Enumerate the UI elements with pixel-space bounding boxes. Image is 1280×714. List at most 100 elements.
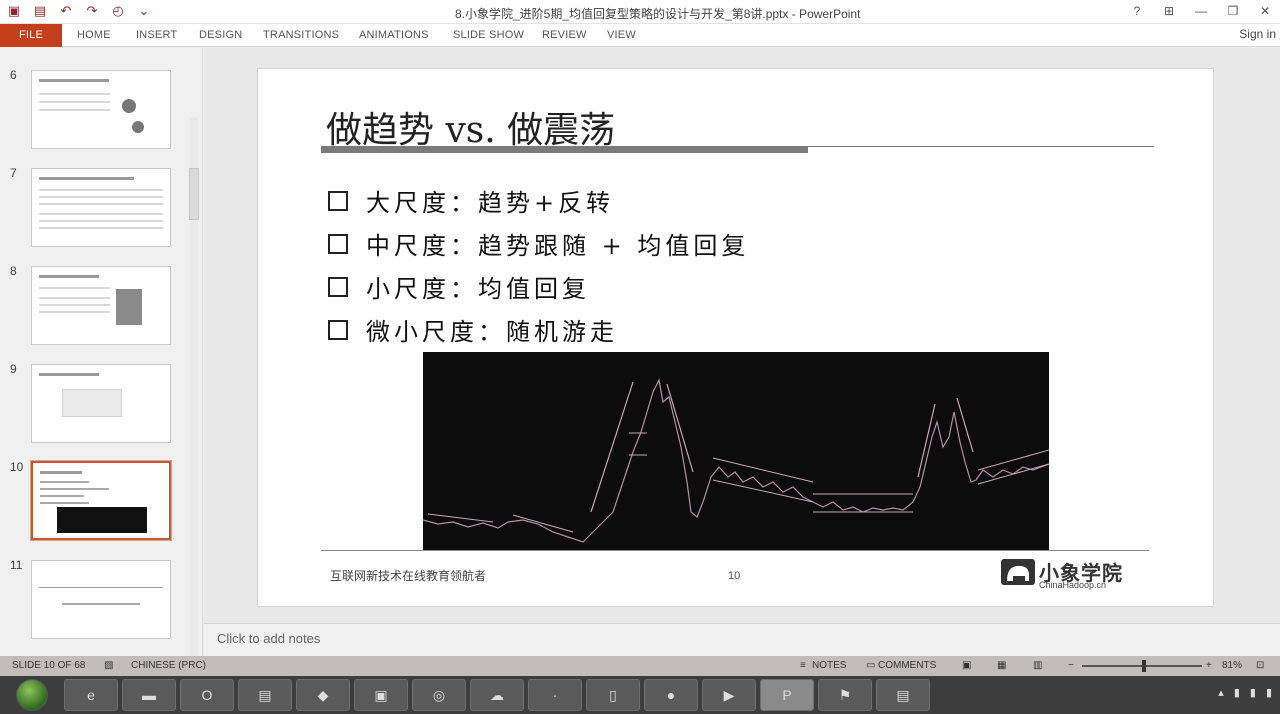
- slide-footer-text: 互联网新技术在线教育领航者: [330, 569, 487, 583]
- slide-thumbnail-10[interactable]: [30, 460, 172, 541]
- quick-access-toolbar: ▣ ▤ ↶ ↷ ◴ ⌄: [6, 3, 152, 19]
- ie-icon[interactable]: e: [64, 679, 118, 711]
- title-accent-bar: [321, 146, 808, 153]
- zoom-level[interactable]: 81%: [1222, 660, 1242, 671]
- fit-slide-icon[interactable]: ⊡: [1256, 660, 1264, 671]
- outlook-icon[interactable]: O: [180, 679, 234, 711]
- windows-taskbar: e ▬ O ▤ ◆ ▣ ◎ ☁ · ▯ ● ▶ P ⚑ ▤ ▴ ▮ ▮ ▮: [0, 676, 1280, 714]
- media-icon[interactable]: ▣: [354, 679, 408, 711]
- bullet-item[interactable]: 微小尺度：随机游走: [328, 312, 618, 347]
- powerpoint-taskbar-icon[interactable]: P: [760, 679, 814, 711]
- thumbnail-number: 6: [10, 68, 17, 82]
- tab-view[interactable]: VIEW: [607, 24, 636, 47]
- spell-check-icon[interactable]: ▧: [104, 660, 113, 671]
- app-icon[interactable]: ◆: [296, 679, 350, 711]
- explorer-icon[interactable]: ▤: [238, 679, 292, 711]
- bullet-text: 大尺度：趋势+反转: [366, 189, 615, 217]
- checkbox-bullet-icon: [328, 319, 348, 340]
- tab-transitions[interactable]: TRANSITIONS: [263, 24, 339, 47]
- status-bar: SLIDE 10 OF 68 ▧ CHINESE (PRC) ≡ NOTES ▭…: [0, 656, 1280, 676]
- reading-view-icon[interactable]: ▥: [1033, 660, 1042, 671]
- checkbox-bullet-icon: [328, 190, 348, 211]
- tab-review[interactable]: REVIEW: [542, 24, 587, 47]
- tab-file[interactable]: FILE: [0, 24, 62, 47]
- slide-sorter-icon[interactable]: ▦: [997, 660, 1006, 671]
- start-button[interactable]: [16, 679, 48, 711]
- thumbnail-scrollbar[interactable]: [187, 108, 201, 698]
- slide-thumbnail-pane: 6 7 8 9 10 11: [0, 48, 203, 693]
- slide-thumbnail-9[interactable]: [31, 364, 171, 443]
- redo-icon[interactable]: ↷: [84, 3, 100, 19]
- ribbon-tabs: FILE HOME INSERT DESIGN TRANSITIONS ANIM…: [0, 24, 1280, 47]
- notes-button[interactable]: NOTES: [812, 660, 846, 671]
- notes-pane[interactable]: Click to add notes: [204, 623, 1280, 656]
- slide-page-number: 10: [728, 570, 741, 582]
- app4-icon[interactable]: ▤: [876, 679, 930, 711]
- zoom-slider-knob[interactable]: [1142, 660, 1146, 672]
- start-from-beginning-icon[interactable]: ◴: [110, 3, 126, 19]
- tray-battery-icon[interactable]: ▮: [1250, 686, 1256, 699]
- live-icon[interactable]: ▶: [702, 679, 756, 711]
- tab-design[interactable]: DESIGN: [199, 24, 242, 47]
- bullet-text: 中尺度：趋势跟随 + 均值回复: [366, 232, 750, 260]
- slide-counter: SLIDE 10 OF 68: [12, 660, 86, 671]
- tray-signal-icon[interactable]: ▮: [1266, 686, 1272, 699]
- scrollbar-thumb[interactable]: [189, 168, 199, 220]
- tab-insert[interactable]: INSERT: [136, 24, 177, 47]
- bullet-item[interactable]: 大尺度：趋势+反转: [328, 183, 614, 218]
- slide-thumbnail-8[interactable]: [31, 266, 171, 345]
- close-icon[interactable]: ✕: [1256, 2, 1274, 20]
- elephant-logo-icon: [1001, 559, 1035, 585]
- tab-home[interactable]: HOME: [77, 24, 111, 47]
- sign-in-link[interactable]: Sign in: [1239, 27, 1276, 41]
- wechat-icon[interactable]: ●: [644, 679, 698, 711]
- customize-icon[interactable]: ⌄: [136, 3, 152, 19]
- comments-button[interactable]: COMMENTS: [878, 660, 936, 671]
- xiaoxiang-logo: 小象学院 ChinaHadoop.cn: [1001, 557, 1141, 591]
- price-chart-image[interactable]: [422, 352, 1050, 550]
- bullet-text: 小尺度：均值回复: [366, 275, 590, 303]
- cmd-icon[interactable]: ▬: [122, 679, 176, 711]
- system-tray: ▴ ▮ ▮ ▮: [1218, 686, 1272, 699]
- slide-thumbnail-11[interactable]: [31, 560, 171, 639]
- logo-site: ChinaHadoop.cn: [1039, 580, 1107, 590]
- notes-icon[interactable]: ≡: [800, 660, 806, 671]
- powerpoint-icon: ▣: [7, 3, 21, 18]
- cloud-icon[interactable]: ☁: [470, 679, 524, 711]
- app2-icon[interactable]: ·: [528, 679, 582, 711]
- price-chart-svg: [422, 378, 1050, 543]
- zoom-out-icon[interactable]: −: [1068, 660, 1074, 671]
- comments-icon[interactable]: ▭: [866, 660, 875, 671]
- language-indicator[interactable]: CHINESE (PRC): [131, 660, 206, 671]
- tab-animations[interactable]: ANIMATIONS: [359, 24, 429, 47]
- slide-thumbnail-7[interactable]: [31, 168, 171, 247]
- window-title: 8.小象学院_进阶5期_均值回复型策略的设计与开发_第8讲.pptx - Pow…: [455, 7, 861, 21]
- thumbnail-number: 11: [10, 558, 23, 572]
- ribbon-options-icon[interactable]: ⊞: [1160, 2, 1178, 20]
- bullet-text: 微小尺度：随机游走: [366, 318, 618, 346]
- chrome-icon[interactable]: ◎: [412, 679, 466, 711]
- restore-icon[interactable]: ❐: [1224, 2, 1242, 20]
- title-bar: ▣ ▤ ↶ ↷ ◴ ⌄ 8.小象学院_进阶5期_均值回复型策略的设计与开发_第8…: [0, 0, 1280, 24]
- tray-expand-icon[interactable]: ▴: [1218, 686, 1224, 699]
- thumbnail-number: 10: [10, 460, 24, 474]
- minimize-icon[interactable]: —: [1192, 2, 1210, 20]
- app3-icon[interactable]: ⚑: [818, 679, 872, 711]
- checkbox-bullet-icon: [328, 233, 348, 254]
- save-icon[interactable]: ▤: [32, 3, 48, 19]
- zoom-in-icon[interactable]: +: [1206, 660, 1212, 671]
- tab-slide-show[interactable]: SLIDE SHOW: [453, 24, 524, 47]
- tray-network-icon[interactable]: ▮: [1234, 686, 1240, 699]
- slide-thumbnail-6[interactable]: [31, 70, 171, 149]
- notes-placeholder[interactable]: Click to add notes: [217, 631, 320, 646]
- undo-icon[interactable]: ↶: [58, 3, 74, 19]
- notepad-icon[interactable]: ▯: [586, 679, 640, 711]
- powerpoint-window: ▣ ▤ ↶ ↷ ◴ ⌄ 8.小象学院_进阶5期_均值回复型策略的设计与开发_第8…: [0, 0, 1280, 714]
- normal-view-icon[interactable]: ▣: [962, 660, 971, 671]
- thumbnail-number: 8: [10, 264, 17, 278]
- bullet-item[interactable]: 小尺度：均值回复: [328, 269, 590, 304]
- help-icon[interactable]: ?: [1128, 2, 1146, 20]
- thumbnail-number: 7: [10, 166, 17, 180]
- bullet-item[interactable]: 中尺度：趋势跟随 + 均值回复: [328, 226, 749, 261]
- slide-canvas[interactable]: 做趋势 vs. 做震荡 大尺度：趋势+反转 中尺度：趋势跟随 + 均值回复 小尺…: [257, 68, 1214, 607]
